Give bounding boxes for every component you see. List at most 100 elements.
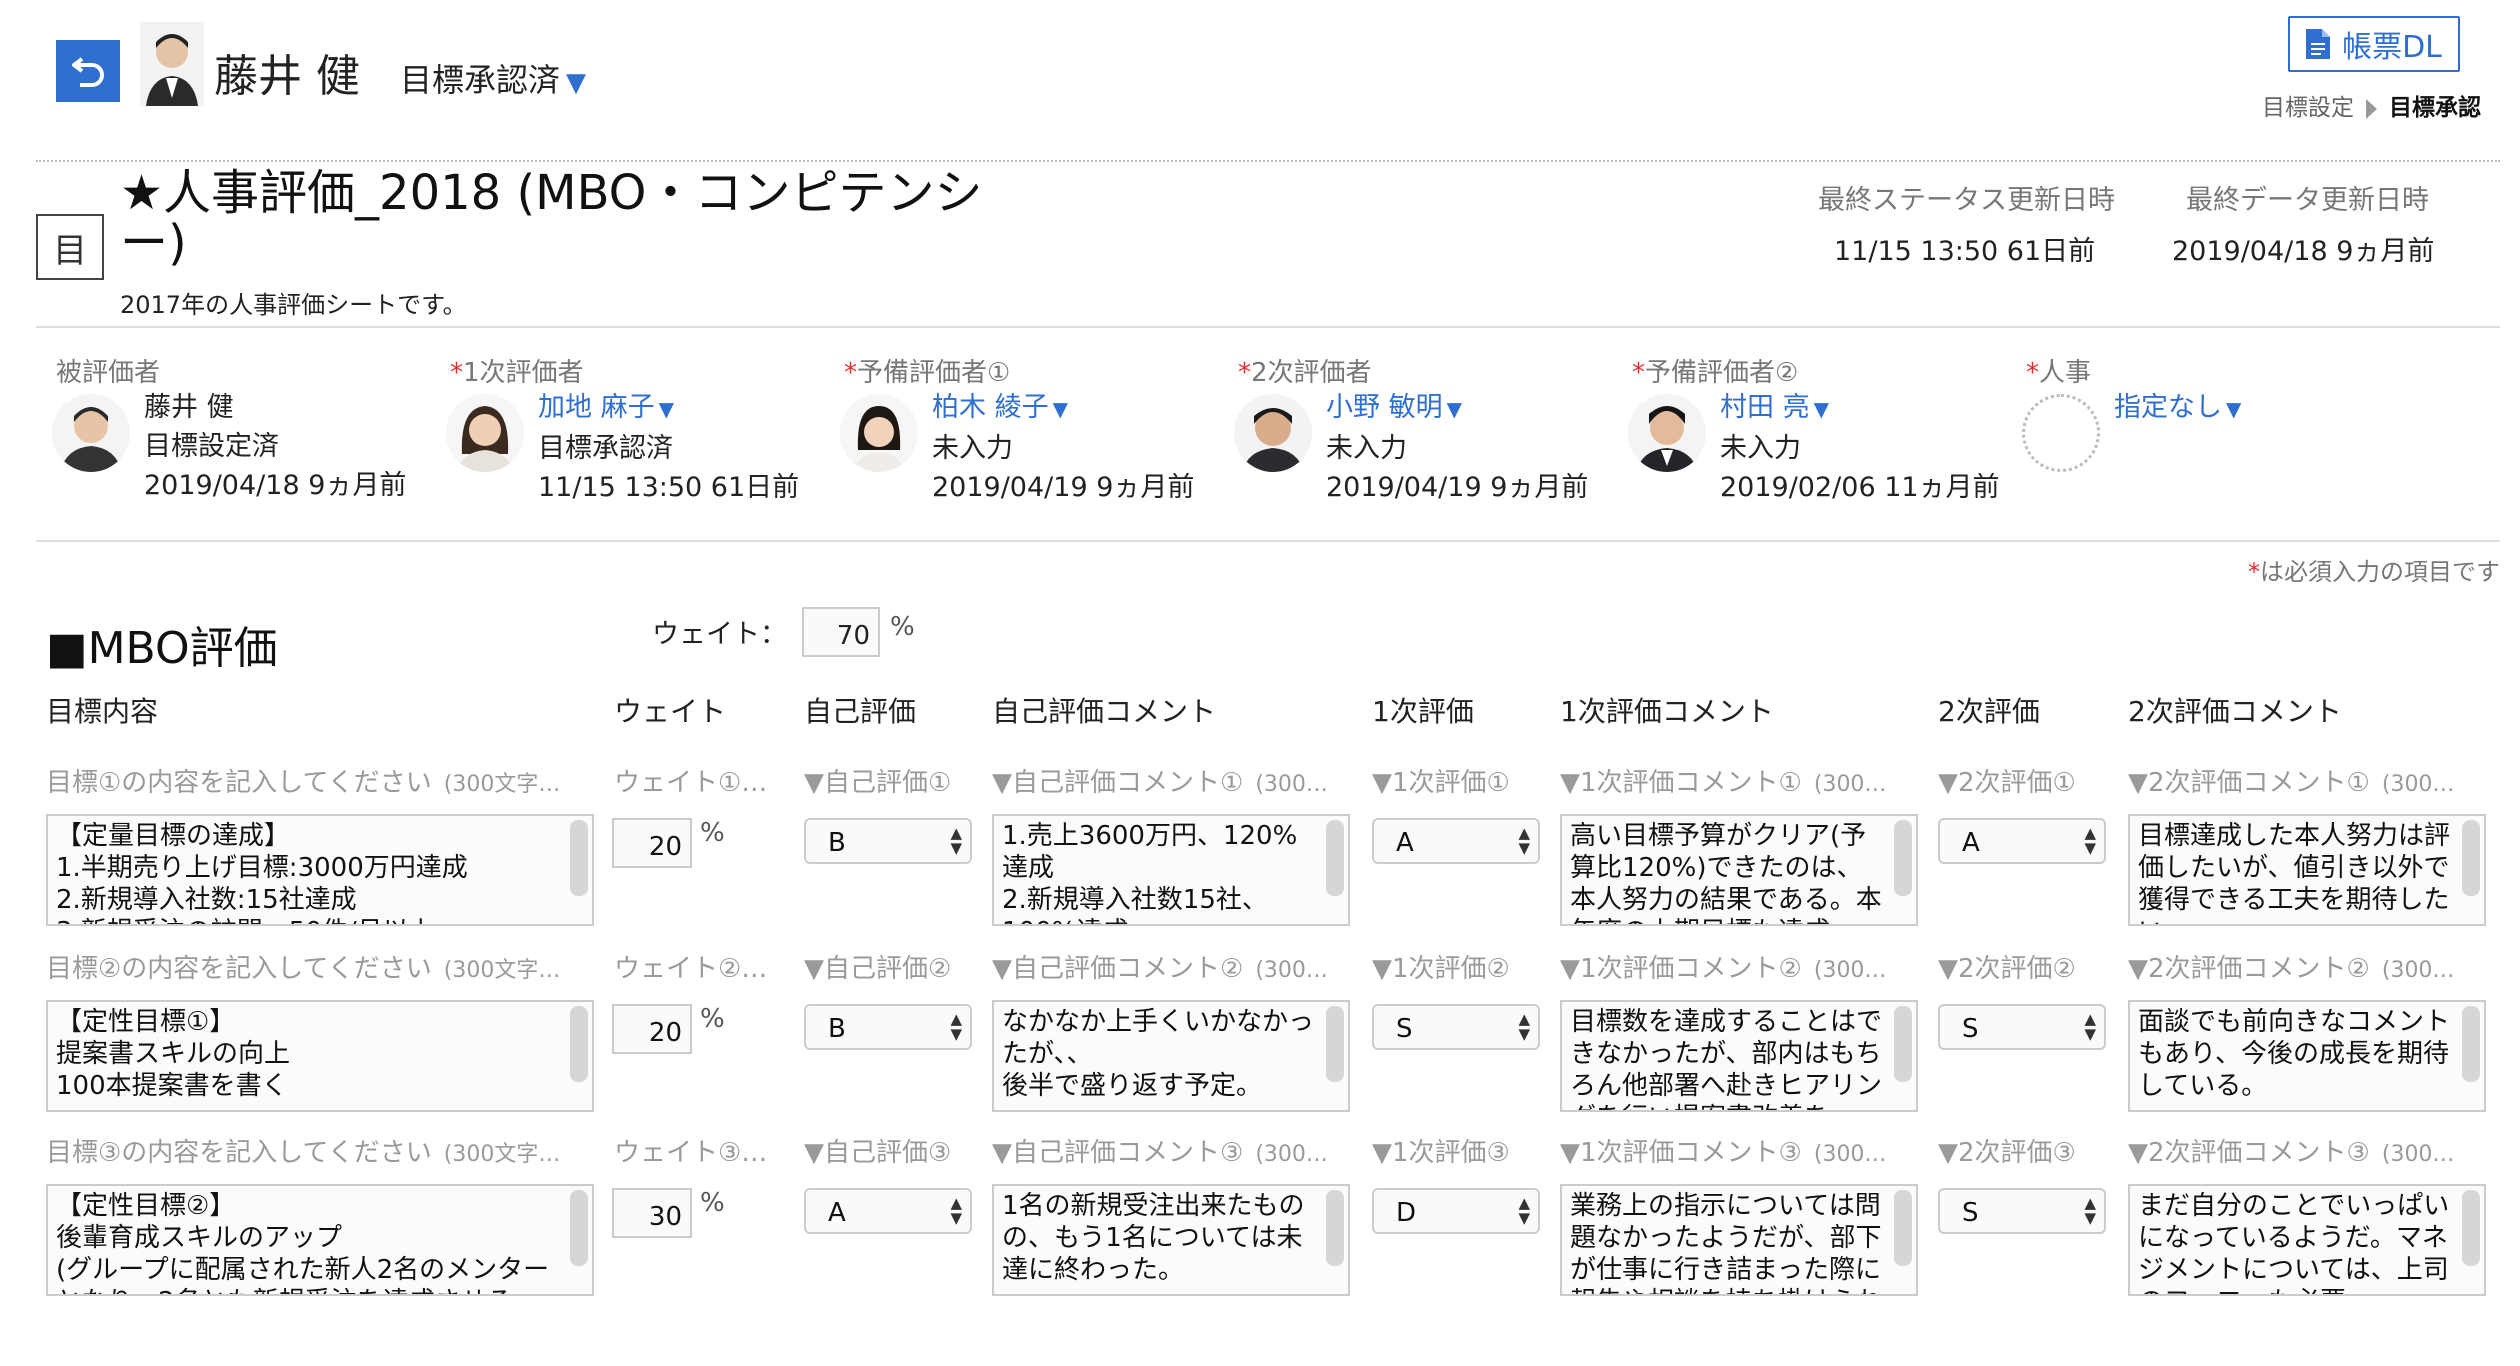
first-comment-textarea[interactable]: 業務上の指示については問題なかったようだが、部下が仕事に行き詰まった際に報告や相… [1560,1184,1918,1296]
evaluator-avatar [1628,394,1706,472]
evaluator-evaluatee: 被評価者 藤井 健 目標設定済 2019/04/18 9ヵ月前 [36,352,416,501]
second-eval-select[interactable]: A ▲ ▼ [1938,818,2106,864]
required-mark: * [2248,558,2260,586]
evaluator-name[interactable]: 村田 亮 [1720,392,1810,423]
scrollbar[interactable] [570,1006,588,1082]
placeholder-hint: (300… [2381,772,2455,797]
download-button[interactable]: 帳票DL [2288,16,2460,72]
goal-textarea[interactable]: 【定性目標②】 後輩育成スキルのアップ (グループに配属された新人2名のメンター… [46,1184,594,1296]
self-comment-textarea[interactable]: なかなか上手くいかなかったが、、 後半で盛り返す予定。 [992,1000,1350,1112]
first-comment-textarea[interactable]: 高い目標予算がクリア(予算比120%)できたのは、本人努力の結果である。本年度の… [1560,814,1918,926]
required-note: *は必須入力の項目です [2248,552,2500,587]
goal-placeholder: *目標②の内容を記入してください(300文字… [46,948,576,985]
percent-unit: % [700,1188,725,1218]
self-comment-textarea[interactable]: 1名の新規受注出来たものの、もう1名については未達に終わった。 [992,1184,1350,1296]
chevron-down-icon: ▼ [658,397,674,421]
percent-unit: % [890,612,915,642]
scrollbar[interactable] [1326,820,1344,896]
scrollbar[interactable] [1894,1006,1912,1082]
evaluator-name[interactable]: 指定なし [2114,392,2222,423]
first-eval-select[interactable]: S ▲ ▼ [1372,1004,1540,1050]
placeholder-hint: (300… [1813,958,1887,983]
scrollbar[interactable] [1326,1190,1344,1266]
weight-input[interactable]: 20 [612,818,692,868]
scrollbar[interactable] [570,820,588,896]
evaluator-name-dropdown[interactable]: 加地 麻子 ▼ [538,388,799,429]
evaluator-date: 2019/04/19 9ヵ月前 [1326,472,1589,503]
breadcrumb-item-goal-setting[interactable]: 目標設定 [2262,95,2354,121]
select-value: B [828,1014,846,1044]
evaluator-name-dropdown[interactable]: 村田 亮 ▼ [1720,388,2000,429]
weight-input[interactable]: 30 [612,1188,692,1238]
textarea-content: 目標数を達成することはできなかったが、部内はもちろん他部署へ赴きヒアリングを行い… [1570,1007,1883,1110]
user-avatar [140,22,204,106]
placeholder-text: 目標②の内容を記入してください [46,954,432,984]
column-header-first-eval: 1次評価 [1372,695,1474,728]
select-value: S [1962,1014,1979,1044]
chevron-down-icon: ▼ [1446,397,1462,421]
evaluator-name-dropdown[interactable]: 小野 敏明 ▼ [1326,388,1588,429]
column-header-self-comment: 自己評価コメント [992,695,1217,728]
weight-input[interactable]: 20 [612,1004,692,1054]
self-eval-select[interactable]: B ▲ ▼ [804,818,972,864]
placeholder-hint: (300文字… [443,772,561,797]
scrollbar[interactable] [2462,1190,2480,1266]
second-comment-placeholder: *▼2次評価コメント②(300… [2128,948,2484,985]
evaluator-status: 目標設定済 [144,431,279,462]
sheet-title: ★人事評価_2018 (MBO・コンピテンシー) [120,165,983,271]
evaluator-name-dropdown[interactable]: 指定なし ▼ [2114,388,2241,429]
evaluator-name[interactable]: 柏木 綾子 [932,392,1049,423]
placeholder-text: 目標③の内容を記入してください [46,1138,432,1168]
self-comment-textarea[interactable]: 1.売上3600万円、120%達成 2.新規導入社数15社、100%達成 [992,814,1350,926]
self-eval-select[interactable]: B ▲ ▼ [804,1004,972,1050]
back-button[interactable] [56,40,120,102]
textarea-content: なかなか上手くいかなかったが、、 後半で盛り返す予定。 [1002,1007,1315,1101]
scrollbar[interactable] [1326,1006,1344,1082]
first-eval-select[interactable]: D ▲ ▼ [1372,1188,1540,1234]
self-eval-placeholder: *▼自己評価② [804,948,974,985]
second-eval-placeholder: *▼2次評価③ [1938,1132,2108,1169]
evaluator-name[interactable]: 小野 敏明 [1326,392,1443,423]
percent-unit: % [700,1004,725,1034]
goal-textarea[interactable]: 【定性目標①】 提案書スキルの向上 100本提案書を書く [46,1000,594,1112]
scrollbar[interactable] [2462,820,2480,896]
placeholder-hint: (300… [1255,958,1328,983]
evaluator-date: 2019/04/19 9ヵ月前 [932,472,1195,503]
column-header-goal: 目標内容 [46,695,159,728]
evaluator-name[interactable]: 加地 麻子 [538,392,655,423]
empty-avatar-icon [2022,394,2100,472]
user-name: 藤井 健 [214,51,360,102]
select-arrows-icon: ▲ ▼ [2084,1194,2096,1227]
evaluator-status: 未入力 [1326,433,1407,464]
second-comment-placeholder: *▼2次評価コメント③(300… [2128,1132,2484,1169]
sheet-icon: 目 [36,214,104,280]
first-comment-textarea[interactable]: 目標数を達成することはできなかったが、部内はもちろん他部署へ赴きヒアリングを行い… [1560,1000,1918,1112]
second-comment-textarea[interactable]: 面談でも前向きなコメントもあり、今後の成長を期待している。 [2128,1000,2486,1112]
evaluator-name-dropdown[interactable]: 柏木 綾子 ▼ [932,388,1194,429]
status-dropdown[interactable]: 目標承認済 ▼ [400,55,586,101]
scrollbar[interactable] [2462,1006,2480,1082]
total-weight-field[interactable]: 70 [802,607,880,657]
self-eval-select[interactable]: A ▲ ▼ [804,1188,972,1234]
second-comment-textarea[interactable]: 目標達成した本人努力は評価したいが、値引き以外で獲得できる工夫を期待したい。 [2128,814,2486,926]
select-value: A [828,1198,846,1228]
second-eval-select[interactable]: S ▲ ▼ [1938,1188,2106,1234]
first-comment-placeholder: *▼1次評価コメント②(300… [1560,948,1916,985]
scrollbar[interactable] [1894,1190,1912,1266]
select-arrows-icon: ▲ ▼ [1518,1010,1530,1043]
evaluator-role: 予備評価者① [857,358,1011,388]
textarea-content: 1.売上3600万円、120%達成 2.新規導入社数15社、100%達成 [1002,821,1298,924]
column-header-second-comment: 2次評価コメント [2128,695,2342,728]
scrollbar[interactable] [570,1190,588,1266]
scrollbar[interactable] [1894,820,1912,896]
second-eval-select[interactable]: S ▲ ▼ [1938,1004,2106,1050]
evaluator-avatar [446,394,524,472]
status-label: 目標承認済 [400,61,561,99]
first-eval-select[interactable]: A ▲ ▼ [1372,818,1540,864]
data-updated-value: 2019/04/18 9ヵ月前 [2172,236,2435,267]
goal-textarea[interactable]: 【定量目標の達成】 1.半期売り上げ目標:3000万円達成 2.新規導入社数:1… [46,814,594,926]
select-arrows-icon: ▲ ▼ [950,824,962,857]
data-updated-label: 最終データ更新日時 [2186,185,2429,216]
evaluator-role: 2次評価者 [1251,358,1372,388]
second-comment-textarea[interactable]: まだ自分のことでいっぱいになっているようだ。マネジメントについては、上司のフォロ… [2128,1184,2486,1296]
